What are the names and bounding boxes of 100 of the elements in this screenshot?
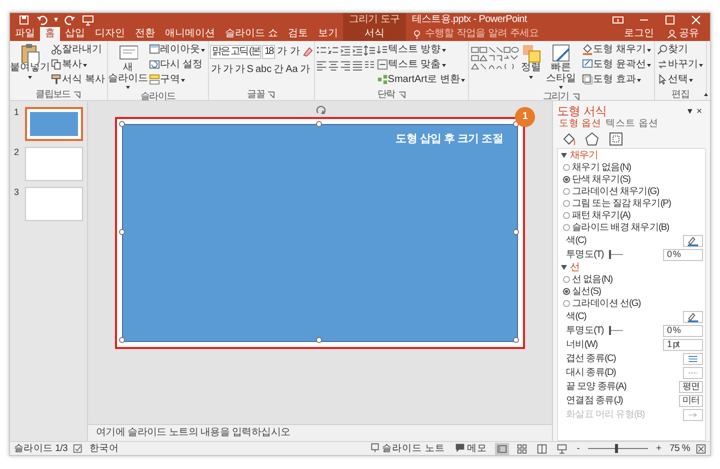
dialog-launcher-icon[interactable] — [572, 92, 580, 100]
expand-icon[interactable] — [560, 152, 567, 160]
slide-sorter-icon[interactable] — [516, 444, 527, 454]
color-picker[interactable] — [683, 234, 703, 247]
ribbon-button[interactable]: 도형 채우기 — [581, 42, 653, 57]
ribbon-button[interactable]: 새 슬라이드 — [108, 42, 147, 91]
radio-button[interactable] — [563, 224, 570, 232]
slide-thumbnail[interactable] — [24, 147, 83, 181]
save-icon[interactable] — [18, 14, 30, 26]
ribbon-tab[interactable]: 슬라이드 쇼 — [220, 27, 283, 41]
columns-icon[interactable] — [364, 60, 375, 71]
radio-button[interactable] — [563, 300, 570, 308]
radio-button[interactable] — [563, 188, 570, 196]
ribbon-button[interactable]: 바꾸기 — [656, 57, 705, 72]
ribbon-button[interactable]: 서식 복사 — [50, 72, 106, 87]
clear-format-icon[interactable] — [302, 46, 313, 57]
radio-button[interactable] — [563, 164, 570, 172]
resize-handle[interactable] — [119, 229, 125, 235]
format-button[interactable]: 가 — [210, 62, 222, 77]
normal-view-icon[interactable] — [496, 444, 507, 454]
close-icon[interactable] — [690, 14, 702, 26]
zoom-slider-thumb[interactable] — [614, 444, 618, 453]
size-icon[interactable] — [609, 132, 623, 146]
format-button[interactable]: 가 — [234, 62, 246, 77]
format-button[interactable]: 가 — [222, 62, 234, 77]
ribbon-tab[interactable]: 보기 — [312, 27, 343, 41]
align-left-icon[interactable] — [316, 60, 327, 71]
radio-button[interactable] — [563, 212, 570, 220]
ribbon-tab[interactable]: 홈 — [40, 27, 60, 41]
expand-icon[interactable] — [560, 264, 567, 272]
align-right-icon[interactable] — [340, 60, 351, 71]
format-button[interactable]: Aa — [284, 62, 299, 77]
fit-icon[interactable] — [696, 444, 706, 454]
format-button[interactable]: S — [246, 62, 254, 77]
comments-button[interactable]: 메모 — [452, 442, 489, 454]
value-field[interactable]: 0 % — [663, 248, 703, 261]
align-center-icon[interactable] — [328, 60, 339, 71]
slider-thumb[interactable] — [609, 326, 612, 336]
caret-icon[interactable]: ▾ — [54, 15, 58, 25]
ribbon-button[interactable]: 빠른 스타일 — [542, 42, 580, 91]
ribbon-button[interactable]: 복사 — [50, 57, 106, 72]
dialog-launcher-icon[interactable] — [267, 90, 276, 98]
rotate-handle[interactable] — [314, 105, 326, 117]
format-button[interactable]: 가 — [298, 62, 311, 77]
undo-icon[interactable] — [36, 14, 48, 26]
ribbon-button[interactable]: 잘라내기 — [50, 42, 106, 57]
slide-thumbnail[interactable] — [24, 107, 83, 141]
resize-handle[interactable] — [513, 337, 519, 343]
format-button[interactable]: 간 — [272, 62, 285, 77]
ribbon-button[interactable]: SmartArt로 변환 — [376, 72, 468, 87]
presentation-icon[interactable] — [82, 14, 94, 26]
dialog-launcher-icon[interactable] — [398, 90, 406, 98]
font-size-field[interactable]: 18 — [262, 44, 275, 58]
spelling-icon[interactable] — [73, 444, 84, 454]
radio-button[interactable] — [563, 276, 570, 284]
pane-tab[interactable]: 도형 옵션 — [557, 118, 604, 130]
dropdown-field[interactable]: 미터 — [678, 394, 703, 407]
ribbon-button[interactable]: 텍스트 맞춤 — [376, 57, 468, 72]
pentagon-icon[interactable] — [585, 132, 599, 146]
zoom-in-button[interactable]: + — [654, 442, 664, 454]
resize-handle[interactable] — [119, 337, 125, 343]
color-picker[interactable] — [683, 310, 703, 323]
radio-button[interactable] — [563, 288, 570, 296]
ribbon-tab[interactable]: 애니메이션 — [160, 27, 220, 41]
pane-control[interactable]: × — [694, 106, 704, 117]
pane-tab[interactable]: 텍스트 옵션 — [604, 118, 660, 130]
maximize-icon[interactable] — [664, 14, 676, 26]
reading-view-icon[interactable] — [536, 444, 547, 454]
notes-field[interactable]: 여기에 슬라이드 노트의 내용을 입력하십시오 — [96, 427, 290, 438]
ribbon-tab[interactable]: 서식 — [359, 27, 390, 41]
bullets-icon[interactable] — [316, 45, 327, 56]
radio-button[interactable] — [563, 176, 570, 184]
font-name-field[interactable]: 맑은 고딕 (본 — [210, 44, 262, 58]
line-spacing-icon[interactable] — [364, 45, 375, 56]
ribbon-button[interactable]: 붙여넣기 — [11, 42, 49, 89]
outdent-icon[interactable] — [352, 45, 363, 56]
font-size-button[interactable]: 가 — [288, 44, 301, 59]
redo-icon[interactable] — [64, 14, 76, 26]
ribbon-tab[interactable]: 디자인 — [90, 27, 130, 41]
slide-thumbnail[interactable] — [24, 187, 83, 221]
ribbon-button[interactable]: 레이아웃 — [148, 42, 207, 57]
collapse-icon[interactable] — [703, 92, 709, 98]
ribbon-tab[interactable]: 파일 — [10, 27, 40, 41]
numbering-icon[interactable] — [328, 45, 339, 56]
ribbon-tab[interactable]: 검토 — [282, 27, 313, 41]
value-field[interactable]: 0 % — [663, 324, 703, 337]
share-button[interactable]: 공유 — [662, 27, 704, 41]
font-size-button[interactable]: 가 — [276, 44, 288, 59]
resize-handle[interactable] — [513, 229, 519, 235]
sign-in-link[interactable]: 로그인 — [619, 27, 659, 41]
format-button[interactable]: abc — [254, 62, 273, 77]
ribbon-button[interactable]: 정렬 — [521, 42, 542, 91]
indent-icon[interactable] — [340, 45, 351, 56]
ribbon-button[interactable]: 선택 — [656, 72, 705, 87]
ribbon-display-icon[interactable] — [612, 14, 624, 26]
ribbon-button[interactable]: 찾기 — [656, 42, 705, 57]
radio-button[interactable] — [563, 200, 570, 208]
pane-control[interactable]: ▾ — [685, 106, 694, 117]
ribbon-tab[interactable]: 전환 — [130, 27, 160, 41]
resize-handle[interactable] — [316, 337, 322, 343]
